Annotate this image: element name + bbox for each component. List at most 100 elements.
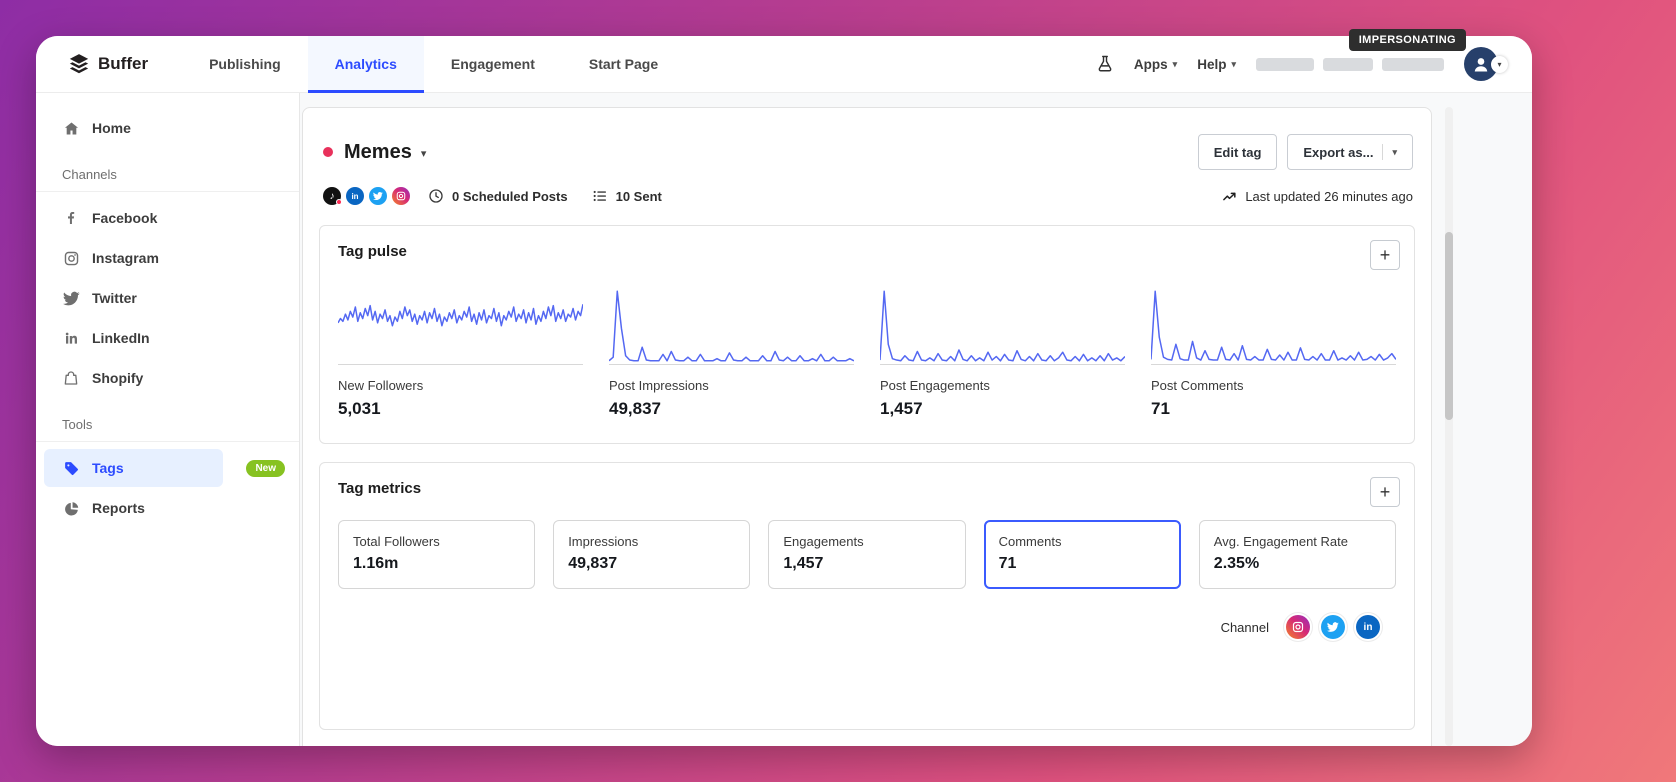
sidebar-item-label: Instagram xyxy=(92,250,159,266)
tag-pulse-card: Tag pulse + New Followers 5,031 Post Imp… xyxy=(319,225,1415,444)
app-window: Buffer Publishing Analytics Engagement S… xyxy=(36,36,1532,746)
sidebar-item-shopify[interactable]: Shopify xyxy=(44,359,223,397)
apps-menu[interactable]: Apps ▾ xyxy=(1134,57,1177,72)
channel-filter-row: Channel in xyxy=(338,615,1396,639)
main-content: Memes ▾ Edit tag Export as... ▾ xyxy=(300,93,1532,746)
scrollbar-track[interactable] xyxy=(1445,107,1453,746)
brand-name: Buffer xyxy=(98,54,148,74)
edit-tag-button[interactable]: Edit tag xyxy=(1198,134,1278,170)
metric-box-impressions[interactable]: Impressions 49,837 xyxy=(553,520,750,589)
metric-value: 1.16m xyxy=(353,555,520,573)
labs-flask-icon[interactable] xyxy=(1096,55,1114,73)
add-metrics-widget-button[interactable]: + xyxy=(1370,477,1400,507)
channels-section-header: Channels xyxy=(36,149,299,192)
buffer-layers-icon xyxy=(68,53,90,75)
sidebar-item-label: Twitter xyxy=(92,290,137,306)
clock-icon xyxy=(428,188,444,204)
export-as-label: Export as... xyxy=(1303,145,1373,160)
top-navbar: Buffer Publishing Analytics Engagement S… xyxy=(36,36,1532,93)
linkedin-channel-toggle[interactable]: in xyxy=(1356,615,1380,639)
metric-label: Impressions xyxy=(568,534,735,549)
buffer-logo[interactable]: Buffer xyxy=(68,36,148,92)
button-divider xyxy=(1382,144,1383,160)
tab-analytics[interactable]: Analytics xyxy=(308,36,424,92)
sidebar-item-reports[interactable]: Reports xyxy=(44,489,223,527)
sidebar-item-tags[interactable]: Tags New xyxy=(44,449,223,487)
redacted-account-info xyxy=(1256,58,1444,71)
shopify-icon xyxy=(62,370,80,386)
sidebar-item-facebook[interactable]: Facebook xyxy=(44,199,223,237)
metric-box-engagements[interactable]: Engagements 1,457 xyxy=(768,520,965,589)
post-comments-sparkline xyxy=(1151,287,1396,365)
chevron-down-icon: ▾ xyxy=(1173,59,1178,70)
help-label: Help xyxy=(1197,57,1226,72)
new-badge: New xyxy=(246,460,285,477)
card-title: Tag metrics xyxy=(338,480,1396,497)
primary-tabs: Publishing Analytics Engagement Start Pa… xyxy=(182,36,685,92)
tag-channel-avatars: ♪ in xyxy=(323,187,410,205)
sidebar-item-label: Tags xyxy=(92,460,124,476)
card-title: Tag pulse xyxy=(338,243,1396,260)
sidebar-item-label: Shopify xyxy=(92,370,143,386)
metric-label: Post Comments xyxy=(1151,378,1396,393)
last-updated-label: Last updated 26 minutes ago xyxy=(1245,189,1413,204)
twitter-icon xyxy=(369,187,387,205)
metric-label: Engagements xyxy=(783,534,950,549)
help-menu[interactable]: Help ▾ xyxy=(1197,57,1236,72)
sidebar-item-home[interactable]: Home xyxy=(44,109,223,147)
reports-icon xyxy=(62,500,80,517)
tab-engagement[interactable]: Engagement xyxy=(424,36,562,92)
tag-metrics-card: Tag metrics + Total Followers 1.16m Impr… xyxy=(319,462,1415,730)
chevron-down-icon: ▾ xyxy=(1231,59,1236,70)
pulse-metric-new-followers: New Followers 5,031 xyxy=(338,287,583,419)
instagram-icon xyxy=(392,187,410,205)
metric-label: Post Impressions xyxy=(609,378,854,393)
metric-value: 49,837 xyxy=(568,555,735,573)
tab-start-page[interactable]: Start Page xyxy=(562,36,685,92)
sent-posts-label: 10 Sent xyxy=(616,189,662,204)
metric-label: Post Engagements xyxy=(880,378,1125,393)
channel-filter-label: Channel xyxy=(1221,620,1269,635)
avatar[interactable]: ▾ xyxy=(1464,46,1508,82)
scheduled-posts-label: 0 Scheduled Posts xyxy=(452,189,568,204)
metric-value: 2.35% xyxy=(1214,555,1381,573)
tools-section-header: Tools xyxy=(36,399,299,442)
post-impressions-sparkline xyxy=(609,287,854,365)
sidebar-item-label: Reports xyxy=(92,500,145,516)
twitter-channel-toggle[interactable] xyxy=(1321,615,1345,639)
metric-box-total-followers[interactable]: Total Followers 1.16m xyxy=(338,520,535,589)
metric-box-avg-engagement-rate[interactable]: Avg. Engagement Rate 2.35% xyxy=(1199,520,1396,589)
sidebar-item-instagram[interactable]: Instagram xyxy=(44,239,223,277)
tiktok-badge-dot xyxy=(336,199,342,205)
list-icon xyxy=(592,188,608,204)
tag-icon xyxy=(62,460,80,477)
metric-value: 71 xyxy=(999,555,1166,573)
sidebar-item-label: Facebook xyxy=(92,210,157,226)
impersonating-badge: IMPERSONATING xyxy=(1349,29,1466,51)
chevron-down-icon: ▾ xyxy=(1491,56,1508,73)
last-updated-status: Last updated 26 minutes ago xyxy=(1222,189,1413,204)
redacted-text xyxy=(1323,58,1373,71)
twitter-icon xyxy=(62,290,80,307)
sidebar-item-label: Home xyxy=(92,120,131,136)
add-pulse-widget-button[interactable]: + xyxy=(1370,240,1400,270)
sidebar-item-twitter[interactable]: Twitter xyxy=(44,279,223,317)
new-followers-sparkline xyxy=(338,287,583,365)
tag-report-panel: Memes ▾ Edit tag Export as... ▾ xyxy=(302,107,1432,746)
metric-value: 71 xyxy=(1151,399,1396,419)
export-as-button[interactable]: Export as... ▾ xyxy=(1287,134,1413,170)
metric-label: Total Followers xyxy=(353,534,520,549)
sidebar: Home Channels Facebook Instagram xyxy=(36,93,300,746)
sidebar-item-linkedin[interactable]: LinkedIn xyxy=(44,319,223,357)
metric-value: 5,031 xyxy=(338,399,583,419)
sidebar-item-label: LinkedIn xyxy=(92,330,150,346)
apps-label: Apps xyxy=(1134,57,1168,72)
instagram-icon xyxy=(62,250,80,267)
instagram-channel-toggle[interactable] xyxy=(1286,615,1310,639)
facebook-icon xyxy=(62,210,80,226)
tab-publishing[interactable]: Publishing xyxy=(182,36,308,92)
scrollbar-thumb[interactable] xyxy=(1445,232,1453,420)
metric-box-comments[interactable]: Comments 71 xyxy=(984,520,1181,589)
redacted-text xyxy=(1256,58,1314,71)
chevron-down-icon[interactable]: ▾ xyxy=(421,147,427,160)
